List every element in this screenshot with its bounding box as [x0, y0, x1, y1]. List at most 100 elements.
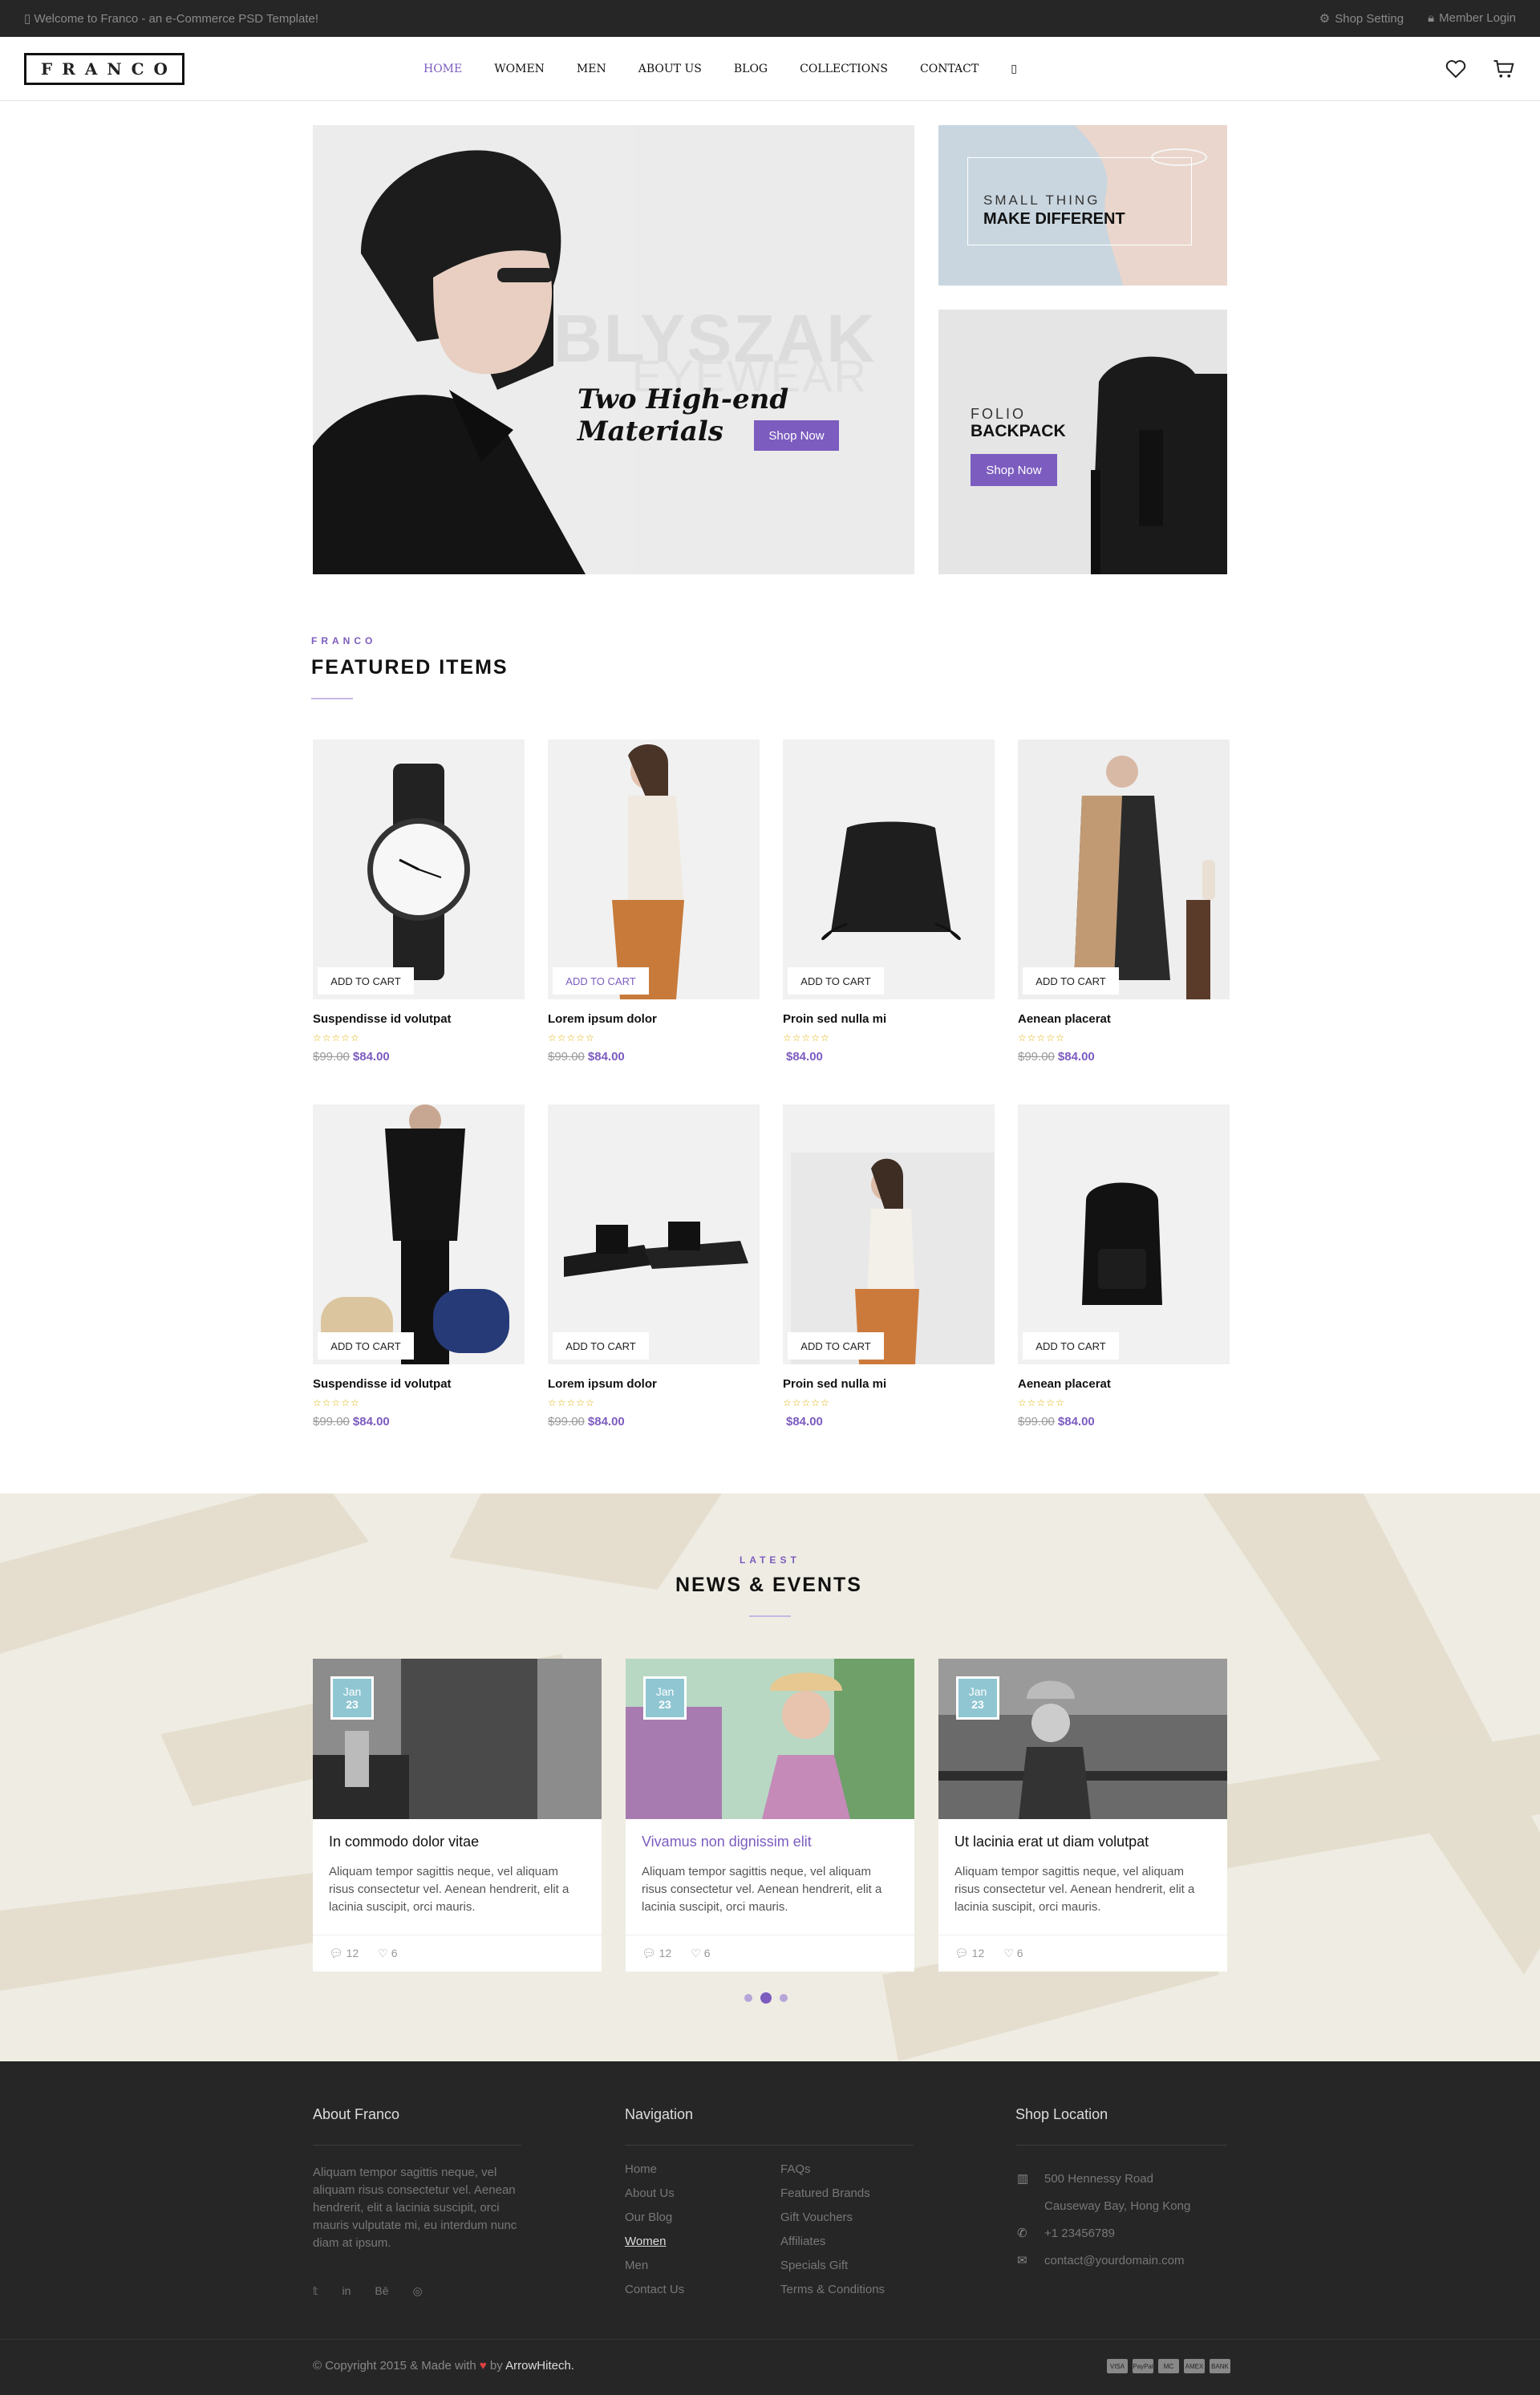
- footer-link-contact[interactable]: Contact Us: [625, 2278, 684, 2302]
- footer-link-affiliates[interactable]: Affiliates: [780, 2230, 885, 2254]
- footer-link-home[interactable]: Home: [625, 2158, 684, 2182]
- rating-stars: ☆☆☆☆☆: [783, 1397, 830, 1408]
- product-price: $99.00 $84.00: [548, 1050, 760, 1064]
- product-card[interactable]: ADD TO CART Lorem ipsum dolor ☆☆☆☆☆ $99.00 $…: [548, 1104, 760, 1428]
- sale-price: $84.00: [352, 1415, 390, 1428]
- news-card[interactable]: Jan 23 Vivamus non dignissim elit Aliquam…: [626, 1659, 914, 1972]
- mastercard-icon: MC: [1158, 2359, 1179, 2373]
- product-image[interactable]: ADD TO CART: [783, 740, 995, 999]
- product-image[interactable]: ADD TO CART: [783, 1104, 995, 1364]
- news-card[interactable]: Jan 23 Ut lacinia erat ut diam volutpat A…: [938, 1659, 1227, 1972]
- hero-banner-backpack[interactable]: FOLIO BACKPACK Shop Now: [938, 310, 1227, 574]
- nav-contact[interactable]: CONTACT: [920, 63, 979, 75]
- news-card[interactable]: Jan 23 In commodo dolor vitae Aliquam tem…: [313, 1659, 602, 1972]
- product-name[interactable]: Suspendisse id volutpat: [313, 1012, 525, 1026]
- product-image[interactable]: ADD TO CART: [548, 740, 760, 999]
- lock-icon: 🔒︎: [1428, 11, 1435, 25]
- hero-banner-main[interactable]: BLYSZAK EYEWEAR Two High-end Materials S…: [313, 125, 914, 574]
- product-card[interactable]: ADD TO CART Proin sed nulla mi ☆☆☆☆☆ $84.00: [783, 1104, 995, 1428]
- behance-icon[interactable]: Bē: [375, 2284, 388, 2298]
- heart-icon[interactable]: [1444, 57, 1468, 81]
- add-to-cart-button[interactable]: ADD TO CART: [788, 1332, 884, 1360]
- news-title-link[interactable]: Vivamus non dignissim elit: [642, 1834, 898, 1850]
- nav-men[interactable]: MEN: [577, 63, 606, 75]
- carousel-dot[interactable]: [744, 1994, 752, 2002]
- hero-banner-small-thing[interactable]: SMALL THING MAKE DIFFERENT: [938, 125, 1227, 286]
- carousel-dots: [744, 1992, 788, 2004]
- add-to-cart-button[interactable]: ADD TO CART: [1023, 967, 1119, 995]
- product-card[interactable]: ADD TO CART Suspendisse id volutpat ☆☆☆☆☆ $…: [313, 1104, 525, 1428]
- product-image[interactable]: ADD TO CART: [1018, 740, 1230, 999]
- dribbble-icon[interactable]: ◎: [413, 2284, 423, 2298]
- footer-link-blog[interactable]: Our Blog: [625, 2206, 684, 2230]
- add-to-cart-button[interactable]: ADD TO CART: [318, 1332, 414, 1360]
- shop-setting-link[interactable]: ⚙ Shop Setting: [1319, 11, 1404, 26]
- footer-link-specials[interactable]: Specials Gift: [780, 2254, 885, 2278]
- footer-link-faqs[interactable]: FAQs: [780, 2158, 885, 2182]
- nav-collections[interactable]: COLLECTIONS: [800, 63, 888, 75]
- nav-home[interactable]: HOME: [424, 63, 462, 75]
- nav-women[interactable]: WOMEN: [494, 63, 545, 75]
- author-link[interactable]: ArrowHitech.: [505, 2359, 574, 2373]
- date-day: 23: [971, 1698, 984, 1711]
- rating-stars: ☆☆☆☆☆: [313, 1397, 360, 1408]
- comments-count[interactable]: 💬︎ 12: [954, 1947, 984, 1960]
- news-title-link[interactable]: In commodo dolor vitae: [329, 1834, 586, 1850]
- add-to-cart-button[interactable]: ADD TO CART: [553, 967, 649, 995]
- footer-link-men[interactable]: Men: [625, 2254, 684, 2278]
- product-card[interactable]: ADD TO CART Aenean placerat ☆☆☆☆☆ $99.00 $84…: [1018, 1104, 1230, 1428]
- footer-link-about[interactable]: About Us: [625, 2182, 684, 2206]
- product-name[interactable]: Aenean placerat: [1018, 1012, 1230, 1026]
- news-title-link[interactable]: Ut lacinia erat ut diam volutpat: [954, 1834, 1211, 1850]
- footer-link-women[interactable]: Women: [625, 2230, 684, 2254]
- nav-blog[interactable]: BLOG: [734, 63, 768, 75]
- date-badge: Jan 23: [330, 1676, 374, 1720]
- product-card[interactable]: ADD TO CART Suspendisse id volutpat ☆☆☆☆☆ $…: [313, 740, 525, 1064]
- backpack-shop-now-button[interactable]: Shop Now: [971, 454, 1057, 486]
- add-to-cart-button[interactable]: ADD TO CART: [553, 1332, 649, 1360]
- nav-about-us[interactable]: ABOUT US: [638, 63, 702, 75]
- footer-link-vouchers[interactable]: Gift Vouchers: [780, 2206, 885, 2230]
- carousel-dot[interactable]: [780, 1994, 788, 2002]
- hero-shop-now-button[interactable]: Shop Now: [754, 420, 839, 451]
- footer-divider: [313, 2145, 521, 2146]
- phone-icon[interactable]: ▯: [1011, 63, 1017, 75]
- likes-count[interactable]: ♡ 6: [691, 1947, 710, 1960]
- likes-count[interactable]: ♡ 6: [1003, 1947, 1023, 1960]
- about-heading: About Franco: [313, 2106, 400, 2122]
- email-address[interactable]: contact@yourdomain.com: [1044, 2247, 1184, 2275]
- linkedin-icon[interactable]: in: [342, 2284, 351, 2298]
- product-name[interactable]: Lorem ipsum dolor: [548, 1012, 760, 1026]
- product-image[interactable]: ADD TO CART: [313, 1104, 525, 1364]
- comments-count[interactable]: 💬︎ 12: [642, 1947, 671, 1960]
- old-price: $99.00: [548, 1415, 585, 1428]
- product-name[interactable]: Lorem ipsum dolor: [548, 1377, 760, 1391]
- product-card[interactable]: ADD TO CART Aenean placerat ☆☆☆☆☆ $99.00 $84…: [1018, 740, 1230, 1064]
- logo[interactable]: FRANCO: [24, 53, 184, 85]
- product-name[interactable]: Proin sed nulla mi: [783, 1012, 995, 1026]
- product-card[interactable]: ADD TO CART Lorem ipsum dolor ☆☆☆☆☆ $99.00 $…: [548, 740, 760, 1064]
- phone-number[interactable]: +1 23456789: [1044, 2220, 1115, 2247]
- footer-link-terms[interactable]: Terms & Conditions: [780, 2278, 885, 2302]
- product-name[interactable]: Aenean placerat: [1018, 1377, 1230, 1391]
- product-name[interactable]: Suspendisse id volutpat: [313, 1377, 525, 1391]
- cart-icon[interactable]: [1492, 57, 1516, 81]
- date-month: Jan: [968, 1685, 987, 1698]
- comments-count[interactable]: 💬︎ 12: [329, 1947, 359, 1960]
- add-to-cart-button[interactable]: ADD TO CART: [1023, 1332, 1119, 1360]
- product-price: $84.00: [783, 1415, 995, 1428]
- product-price: $99.00 $84.00: [1018, 1050, 1230, 1064]
- welcome-message: Welcome to Franco - an e-Commerce PSD Te…: [34, 12, 319, 26]
- carousel-dot-active[interactable]: [760, 1992, 772, 2004]
- product-image[interactable]: ADD TO CART: [548, 1104, 760, 1364]
- member-login-link[interactable]: 🔒︎ Member Login: [1428, 11, 1516, 26]
- product-image[interactable]: ADD TO CART: [313, 740, 525, 999]
- add-to-cart-button[interactable]: ADD TO CART: [318, 967, 414, 995]
- product-image[interactable]: ADD TO CART: [1018, 1104, 1230, 1364]
- likes-count[interactable]: ♡ 6: [378, 1947, 397, 1960]
- product-name[interactable]: Proin sed nulla mi: [783, 1377, 995, 1391]
- footer-link-brands[interactable]: Featured Brands: [780, 2182, 885, 2206]
- product-card[interactable]: ADD TO CART Proin sed nulla mi ☆☆☆☆☆ $84.00: [783, 740, 995, 1064]
- twitter-icon[interactable]: 𝕥: [313, 2284, 318, 2298]
- add-to-cart-button[interactable]: ADD TO CART: [788, 967, 884, 995]
